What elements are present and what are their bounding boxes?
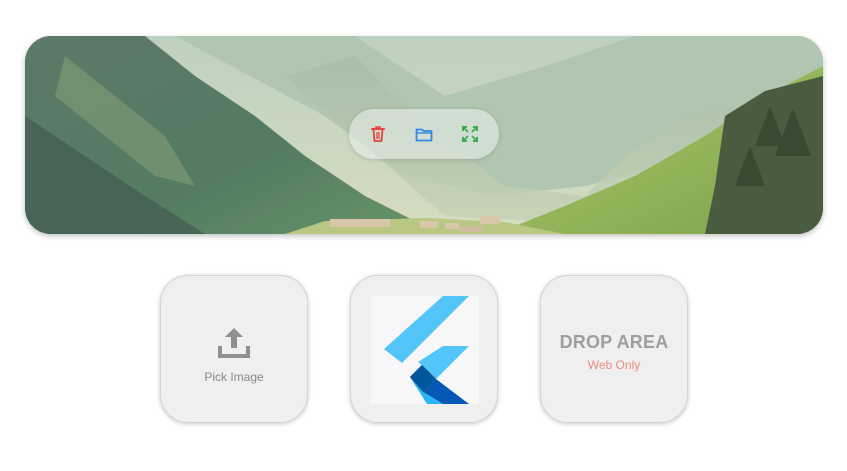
fullscreen-icon: [462, 126, 478, 142]
trash-icon: [371, 126, 385, 142]
drop-area-card[interactable]: DROP AREA Web Only: [540, 275, 688, 423]
pick-image-label: Pick Image: [204, 370, 264, 384]
image-preview: [371, 296, 479, 404]
open-folder-button[interactable]: [409, 119, 439, 149]
drop-area-subtitle: Web Only: [587, 358, 641, 372]
pick-image-card[interactable]: Pick Image: [160, 275, 308, 423]
folder-icon: [415, 128, 433, 141]
image-toolbar: [349, 109, 499, 159]
flutter-logo-icon: [384, 296, 469, 404]
selected-image-card[interactable]: [350, 275, 498, 423]
delete-button[interactable]: [363, 119, 393, 149]
fullscreen-button[interactable]: [455, 119, 485, 149]
drop-area-title: DROP AREA: [559, 332, 669, 352]
banner-image: [25, 36, 823, 234]
upload-icon: [218, 328, 250, 358]
